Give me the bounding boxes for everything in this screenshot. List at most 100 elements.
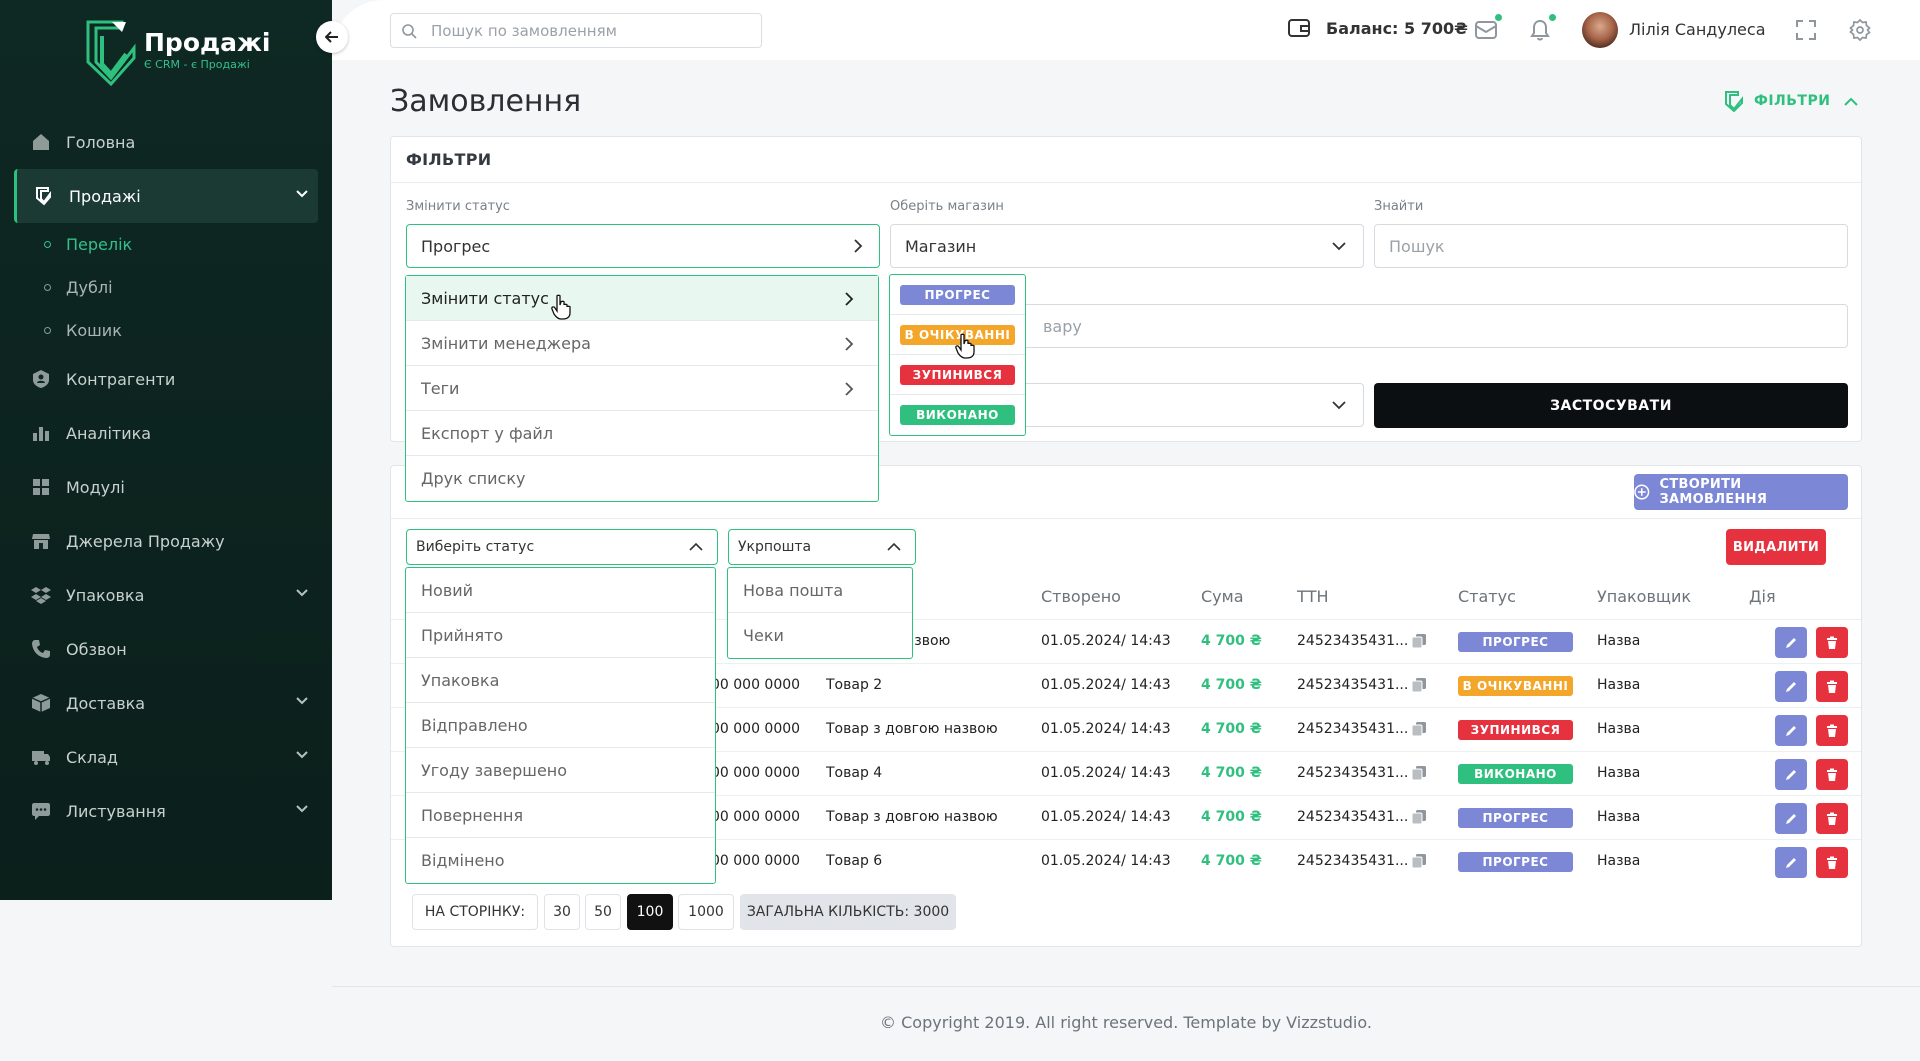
balance[interactable]: Баланс: 5 700₴ [1288, 18, 1468, 38]
hand-cursor-icon [955, 333, 975, 359]
copy-icon[interactable] [1411, 853, 1427, 869]
column-header-status[interactable]: Статус [1458, 587, 1516, 606]
edit-button[interactable] [1775, 671, 1807, 702]
delete-row-button[interactable] [1816, 803, 1848, 834]
delivery-filter-select[interactable]: Укрпошта [728, 529, 916, 565]
sidebar-item-home[interactable]: Головна [14, 115, 318, 169]
fullscreen-button[interactable] [1794, 18, 1818, 42]
action-change-status[interactable]: Змінити статус [406, 276, 878, 321]
sidebar-subitem-cart[interactable]: Кошик [14, 309, 318, 352]
sidebar-item-sales[interactable]: Продажі [14, 169, 318, 223]
status-filter-dropdown: Новий Прийнято Упаковка Відправлено Угод… [405, 567, 716, 884]
delete-row-button[interactable] [1816, 759, 1848, 790]
sidebar-item-contractors[interactable]: Контрагенти [14, 352, 318, 406]
delivery-box-icon [30, 692, 52, 714]
cell-created: 01.05.2024/ 14:43 [1041, 677, 1171, 693]
filters-toggle[interactable]: ФІЛЬТРИ [1724, 90, 1868, 112]
trash-icon [1827, 636, 1837, 649]
delete-row-button[interactable] [1816, 627, 1848, 658]
chevron-down-icon [296, 751, 308, 759]
mail-button[interactable] [1474, 14, 1502, 42]
status-filter-option[interactable]: Повернення [406, 793, 715, 838]
sidebar-subitem-list[interactable]: Перелік [14, 223, 318, 266]
edit-button[interactable] [1775, 759, 1807, 790]
delete-row-button[interactable] [1816, 671, 1848, 702]
edit-button[interactable] [1775, 715, 1807, 746]
per-page-50[interactable]: 50 [585, 894, 621, 930]
status-filter-option[interactable]: Новий [406, 568, 715, 613]
product-input[interactable]: вару [890, 304, 1848, 348]
per-page-100[interactable]: 100 [627, 894, 673, 930]
copy-icon[interactable] [1411, 633, 1427, 649]
action-change-manager[interactable]: Змінити менеджера [406, 321, 878, 366]
copy-icon[interactable] [1411, 721, 1427, 737]
change-status-label: Змінити статус [406, 199, 510, 214]
column-header-packer[interactable]: Упаковщик [1597, 587, 1691, 606]
status-filter-select[interactable]: Виберіть статус [406, 529, 718, 565]
action-tags[interactable]: Теги [406, 366, 878, 411]
delete-button[interactable]: ВИДАЛИТИ [1726, 529, 1826, 565]
per-page-1000[interactable]: 1000 [678, 894, 734, 930]
status-option-stopped[interactable]: ЗУПИНИВСЯ [890, 355, 1025, 395]
collapse-sidebar-button[interactable] [316, 21, 348, 53]
status-option-done[interactable]: ВИКОНАНО [890, 395, 1025, 435]
find-input[interactable]: Пошук [1374, 224, 1848, 268]
change-status-select[interactable]: Прогрес [406, 224, 880, 268]
sidebar-item-messages[interactable]: Листування [14, 784, 318, 838]
balance-text: Баланс: 5 700₴ [1326, 18, 1468, 38]
page-title: Замовлення [390, 84, 582, 119]
home-icon [30, 131, 52, 153]
status-filter-option[interactable]: Відмінено [406, 838, 715, 883]
cell-sum: 4 700 ₴ [1201, 853, 1262, 869]
edit-button[interactable] [1775, 803, 1807, 834]
copy-icon[interactable] [1411, 809, 1427, 825]
avatar[interactable] [1582, 12, 1618, 48]
delivery-filter-option[interactable]: Чеки [728, 613, 912, 658]
settings-button[interactable] [1848, 18, 1872, 42]
status-filter-option[interactable]: Угоду завершено [406, 748, 715, 793]
status-option-progress[interactable]: ПРОГРЕС [890, 275, 1025, 315]
user-name[interactable]: Лілія Сандулеса [1629, 20, 1766, 39]
chevron-right-icon [845, 382, 854, 396]
sidebar-item-modules[interactable]: Модулі [14, 460, 318, 514]
status-filter-option[interactable]: Прийнято [406, 613, 715, 658]
delivery-filter-option[interactable]: Нова пошта [728, 568, 912, 613]
sidebar-item-warehouse[interactable]: Склад [14, 730, 318, 784]
sidebar-item-analytics[interactable]: Аналітика [14, 406, 318, 460]
action-export[interactable]: Експорт у файл [406, 411, 878, 456]
footer-copyright: © Copyright 2019. All right reserved. Te… [880, 1013, 1372, 1032]
notifications-button[interactable] [1528, 14, 1556, 42]
chevron-right-icon [845, 337, 854, 351]
brand-logo[interactable]: Продажі Є CRM - є Продажі [82, 18, 271, 86]
edit-button[interactable] [1775, 847, 1807, 878]
sidebar-subitem-duplicates[interactable]: Дублі [14, 266, 318, 309]
status-filter-option[interactable]: Упаковка [406, 658, 715, 703]
store-select[interactable]: Магазин [890, 224, 1364, 268]
create-order-button[interactable]: СТВОРИТИ ЗАМОВЛЕННЯ [1634, 474, 1848, 510]
action-print[interactable]: Друк списку [406, 456, 878, 501]
search-input[interactable]: Пошук по замовленням [390, 13, 762, 48]
chevron-down-icon [296, 190, 308, 198]
per-page-30[interactable]: 30 [544, 894, 580, 930]
sidebar-item-delivery[interactable]: Доставка [14, 676, 318, 730]
copy-icon[interactable] [1411, 765, 1427, 781]
column-header-created[interactable]: Створено [1041, 587, 1121, 606]
apply-button[interactable]: ЗАСТОСУВАТИ [1374, 383, 1848, 428]
cell-created: 01.05.2024/ 14:43 [1041, 853, 1171, 869]
cell-packer: Назва [1597, 633, 1641, 649]
sidebar-item-sources[interactable]: Джерела Продажу [14, 514, 318, 568]
sidebar-item-calls[interactable]: Обзвон [14, 622, 318, 676]
copy-icon[interactable] [1411, 677, 1427, 693]
column-header-sum[interactable]: Сума [1201, 587, 1244, 606]
status-badge: ВИКОНАНО [1458, 764, 1573, 784]
edit-button[interactable] [1775, 627, 1807, 658]
sidebar-item-label: Склад [66, 747, 118, 767]
cell-created: 01.05.2024/ 14:43 [1041, 809, 1171, 825]
delete-row-button[interactable] [1816, 715, 1848, 746]
cell-sum: 4 700 ₴ [1201, 633, 1262, 649]
sidebar-item-label: Модулі [66, 477, 125, 497]
sidebar-item-packaging[interactable]: Упаковка [14, 568, 318, 622]
delete-row-button[interactable] [1816, 847, 1848, 878]
column-header-ttn[interactable]: ТТН [1297, 587, 1329, 606]
status-filter-option[interactable]: Відправлено [406, 703, 715, 748]
